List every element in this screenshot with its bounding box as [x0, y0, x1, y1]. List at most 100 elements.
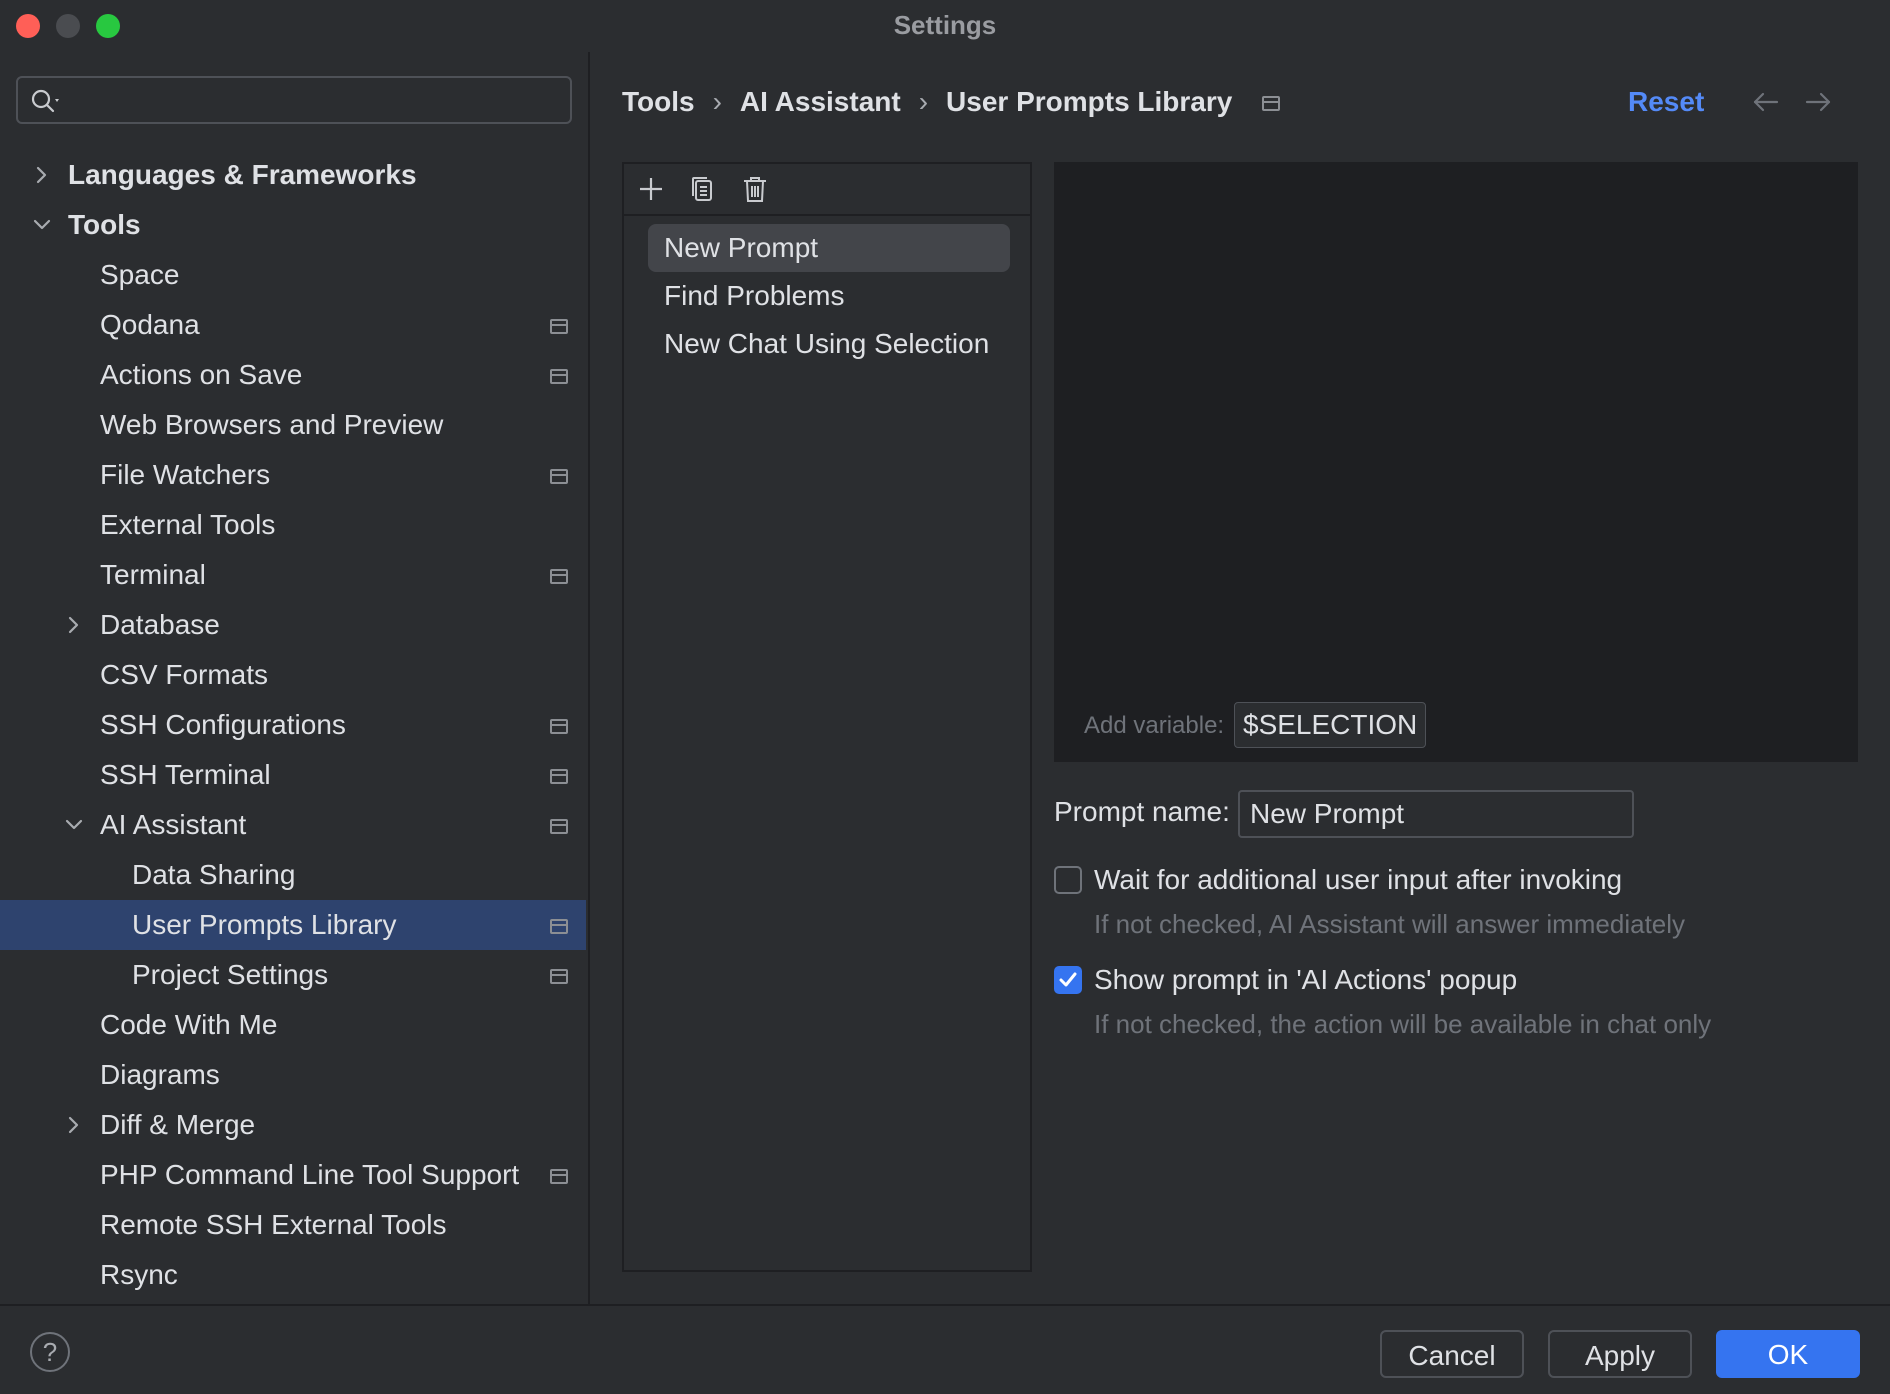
trash-icon[interactable] [740, 174, 770, 204]
breadcrumb-tools[interactable]: Tools [622, 82, 695, 122]
search-icon [31, 89, 59, 113]
prompt-list-item[interactable]: New Prompt [648, 224, 1010, 272]
breadcrumb: Tools › AI Assistant › User Prompts Library [622, 82, 1281, 122]
arrow-right-icon[interactable] [1804, 92, 1832, 112]
sidebar-item-label: SSH Terminal [100, 759, 271, 790]
sidebar-item-data-sharing[interactable]: Data Sharing [0, 850, 586, 900]
sidebar-item-label: AI Assistant [100, 809, 247, 840]
dialog-footer: ? Cancel Apply OK [0, 1304, 1890, 1394]
prompt-list-item[interactable]: Find Problems [648, 272, 1010, 320]
sidebar-item-label: Database [100, 609, 220, 640]
project-level-icon [550, 569, 568, 584]
show-popup-checkbox[interactable] [1054, 966, 1082, 994]
sidebar-item-label: Qodana [100, 309, 200, 340]
breadcrumb-separator: › [712, 86, 722, 117]
prompts-toolbar [624, 164, 1030, 216]
sidebar-item-ai-assistant[interactable]: AI Assistant [0, 800, 586, 850]
project-level-icon [550, 769, 568, 784]
prompts-list-panel: New Prompt Find Problems New Chat Using Se… [622, 162, 1032, 1272]
sidebar-item-label: Code With Me [100, 1009, 278, 1040]
apply-button[interactable]: Apply [1548, 1330, 1692, 1378]
sidebar-item-label: User Prompts Library [132, 909, 397, 940]
settings-window: Settings Languages & Frameworks Tools Spac… [0, 0, 1890, 1394]
sidebar-item-label: Tools [68, 209, 141, 240]
sidebar-item-tools[interactable]: Tools [0, 200, 586, 250]
chevron-right-icon[interactable] [32, 165, 52, 185]
breadcrumb-separator: › [918, 86, 929, 117]
prompt-name-input[interactable] [1238, 790, 1634, 838]
prompt-list-item[interactable]: New Chat Using Selection [648, 320, 1010, 368]
project-level-icon [550, 969, 568, 984]
sidebar-item-space[interactable]: Space [0, 250, 586, 300]
project-level-icon [550, 369, 568, 384]
sidebar-item-actions-on-save[interactable]: Actions on Save [0, 350, 586, 400]
sidebar-item-php-command-line-tool-support[interactable]: PHP Command Line Tool Support [0, 1150, 586, 1200]
ok-button[interactable]: OK [1716, 1330, 1860, 1378]
show-popup-label[interactable]: Show prompt in 'AI Actions' popup [1094, 962, 1517, 998]
project-level-icon [550, 919, 568, 934]
sidebar-item-remote-ssh-external-tools[interactable]: Remote SSH External Tools [0, 1200, 586, 1250]
breadcrumb-user-prompts-library: User Prompts Library [946, 86, 1233, 117]
wait-input-hint: If not checked, AI Assistant will answer… [1094, 909, 1686, 939]
sidebar-item-diagrams[interactable]: Diagrams [0, 1050, 586, 1100]
project-level-icon [550, 819, 568, 834]
sidebar-item-label: File Watchers [100, 459, 271, 490]
sidebar-item-web-browsers-and-preview[interactable]: Web Browsers and Preview [0, 400, 586, 450]
prompts-list: New Prompt Find Problems New Chat Using Se… [648, 224, 1010, 368]
project-level-icon [1262, 96, 1281, 112]
show-popup-hint: If not checked, the action will be avail… [1094, 1009, 1712, 1039]
help-button[interactable]: ? [30, 1332, 70, 1372]
chevron-right-icon[interactable] [64, 615, 84, 635]
checkmark-icon [1059, 972, 1077, 987]
add-variable-label: Add variable: [1084, 712, 1225, 739]
project-level-icon [550, 1169, 568, 1184]
sidebar-item-label: Languages & Frameworks [68, 159, 417, 190]
sidebar-item-terminal[interactable]: Terminal [0, 550, 586, 600]
copy-icon[interactable] [688, 174, 718, 204]
breadcrumb-ai-assistant[interactable]: AI Assistant [740, 82, 901, 122]
sidebar-item-label: Diff & Merge [100, 1109, 256, 1140]
title-bar: Settings [0, 0, 1890, 52]
sidebar-item-qodana[interactable]: Qodana [0, 300, 586, 350]
sidebar-item-external-tools[interactable]: External Tools [0, 500, 586, 550]
settings-sidebar: Languages & Frameworks Tools Space Qodana Ac… [0, 52, 590, 1304]
window-title: Settings [893, 10, 997, 40]
sidebar-item-ssh-configurations[interactable]: SSH Configurations [0, 700, 586, 750]
sidebar-item-label: Remote SSH External Tools [100, 1209, 447, 1240]
sidebar-item-user-prompts-library[interactable]: User Prompts Library [0, 900, 586, 950]
reset-link[interactable]: Reset [1628, 82, 1704, 122]
settings-search[interactable] [16, 76, 572, 124]
sidebar-item-rsync[interactable]: Rsync [0, 1250, 586, 1300]
chevron-down-icon[interactable] [32, 215, 52, 235]
sidebar-item-label: External Tools [100, 509, 276, 540]
sidebar-item-label: SSH Configurations [100, 709, 346, 740]
cancel-button[interactable]: Cancel [1380, 1330, 1524, 1378]
project-level-icon [550, 319, 568, 334]
sidebar-item-file-watchers[interactable]: File Watchers [0, 450, 586, 500]
chevron-right-icon[interactable] [64, 1115, 84, 1135]
selection-variable-chip[interactable]: $SELECTION [1234, 702, 1427, 748]
sidebar-item-label: CSV Formats [100, 659, 269, 690]
sidebar-item-ssh-terminal[interactable]: SSH Terminal [0, 750, 586, 800]
sidebar-item-project-settings[interactable]: Project Settings [0, 950, 586, 1000]
prompt-editor[interactable]: Add variable: $SELECTION [1054, 162, 1858, 762]
sidebar-item-label: Project Settings [132, 959, 329, 990]
sidebar-item-label: Space [100, 259, 180, 290]
wait-input-checkbox[interactable] [1054, 866, 1082, 894]
sidebar-item-label: Diagrams [100, 1059, 220, 1090]
settings-tree: Languages & Frameworks Tools Space Qodana Ac… [0, 150, 586, 1300]
sidebar-item-database[interactable]: Database [0, 600, 586, 650]
project-level-icon [550, 719, 568, 734]
sidebar-item-label: Rsync [100, 1259, 178, 1290]
sidebar-item-label: Data Sharing [132, 859, 296, 890]
add-icon[interactable] [636, 174, 666, 204]
sidebar-item-csv-formats[interactable]: CSV Formats [0, 650, 586, 700]
chevron-down-icon[interactable] [64, 815, 84, 835]
wait-input-label[interactable]: Wait for additional user input after inv… [1094, 862, 1622, 898]
project-level-icon [550, 469, 568, 484]
search-input[interactable] [74, 84, 558, 118]
arrow-left-icon[interactable] [1752, 92, 1780, 112]
sidebar-item-diff-merge[interactable]: Diff & Merge [0, 1100, 586, 1150]
sidebar-item-code-with-me[interactable]: Code With Me [0, 1000, 586, 1050]
sidebar-item-languages-frameworks[interactable]: Languages & Frameworks [0, 150, 586, 200]
